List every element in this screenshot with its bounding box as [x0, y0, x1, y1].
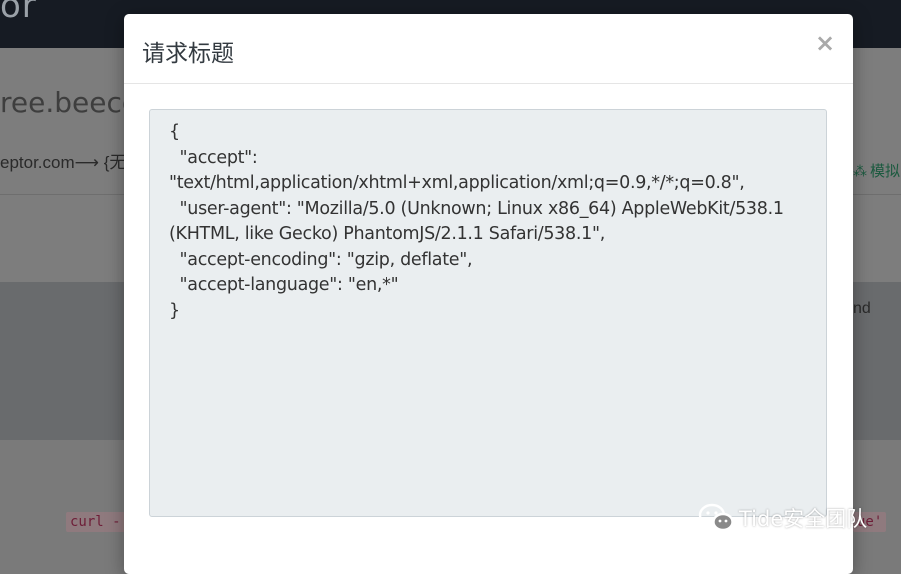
route-summary: eptor.com⟶ {无 [0, 153, 127, 172]
watermark-text: Tide安全团队 [739, 507, 868, 531]
curl-command: curl - [66, 512, 125, 532]
share-icon: ⁂ [853, 163, 867, 179]
brand-title: or [0, 0, 37, 26]
close-icon: × [814, 29, 836, 57]
modal-header: 请求标题 × [124, 14, 853, 84]
wechat-icon [698, 503, 734, 534]
simulate-link[interactable]: ⁂ 模拟 [853, 160, 900, 181]
close-button[interactable]: × [814, 30, 836, 56]
simulate-link-label: 模拟 [870, 163, 901, 180]
watermark: Tide安全团队 [697, 500, 867, 536]
panel-text-fragment: nd [853, 300, 871, 317]
request-headers-modal: 请求标题 × { "accept": "text/html,applicatio… [124, 14, 853, 574]
domain-heading: ree.beece [0, 86, 140, 119]
modal-title: 请求标题 [142, 41, 234, 67]
headers-json-content[interactable]: { "accept": "text/html,application/xhtml… [149, 109, 827, 517]
